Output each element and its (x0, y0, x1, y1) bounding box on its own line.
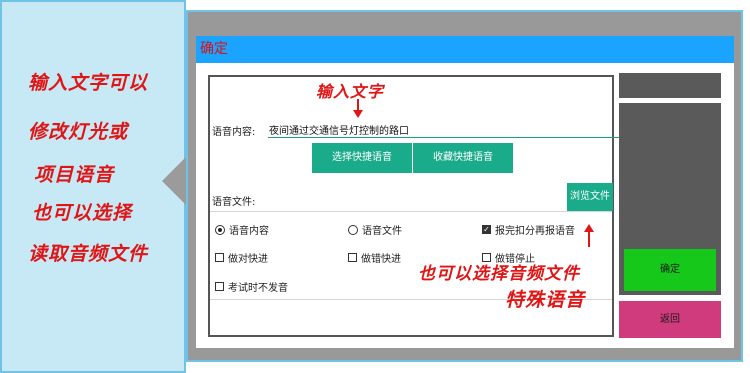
confirm-button[interactable]: 确定 (624, 249, 716, 291)
radio-unselected-icon (348, 224, 358, 235)
checkbox-icon (215, 282, 224, 291)
input-annotation: 输入文字 (316, 82, 385, 101)
silent-in-exam-checkbox[interactable]: 考试时不发音 (215, 279, 288, 294)
voice-file-radio-label: 语音文件 (362, 226, 402, 237)
voice-content-input[interactable] (268, 122, 622, 138)
arrow-shaft (588, 231, 590, 247)
voice-file-radio[interactable]: 语音文件 (348, 222, 402, 237)
report-then-voice-label: 报完扣分再报语音 (495, 226, 575, 237)
callout-pointer (162, 157, 186, 205)
checkbox-icon (215, 253, 224, 262)
annotation-line-4: 也可以选择 (32, 202, 133, 224)
fast-when-right-checkbox[interactable]: 做对快进 (215, 250, 268, 265)
annotation-panel: 输入文字可以 修改灯光或 项目语音 也可以选择 读取音频文件 (0, 0, 186, 373)
silent-in-exam-label: 考试时不发音 (228, 283, 288, 294)
select-quick-voice-button[interactable]: 选择快捷语音 (312, 143, 412, 173)
annotation-line-3: 项目语音 (34, 164, 115, 186)
file-annotation-line-2: 特殊语音 (505, 289, 586, 311)
annotation-line-1: 输入文字可以 (28, 72, 149, 94)
window-title: 确定 (196, 36, 734, 63)
voice-content-radio[interactable]: 语音内容 (215, 222, 269, 237)
file-annotation-line-1: 也可以选择音频文件 (418, 264, 580, 284)
checkbox-checked-icon: ✓ (482, 225, 491, 234)
fast-when-wrong-checkbox[interactable]: 做错快进 (348, 250, 401, 265)
back-button[interactable]: 返回 (619, 301, 721, 338)
side-top-block (619, 73, 721, 98)
report-then-voice-checkbox[interactable]: ✓ 报完扣分再报语音 (482, 222, 575, 237)
fast-when-right-label: 做对快进 (228, 254, 268, 265)
save-quick-voice-button[interactable]: 收藏快捷语音 (413, 143, 513, 173)
annotation-line-2: 修改灯光或 (28, 121, 129, 143)
browse-file-button[interactable]: 浏览文件 (567, 183, 613, 211)
voice-file-label: 语音文件: (212, 197, 256, 208)
voice-content-radio-label: 语音内容 (229, 226, 269, 237)
arrow-down-icon (353, 110, 363, 118)
fast-when-wrong-label: 做错快进 (361, 254, 401, 265)
annotation-line-5: 读取音频文件 (28, 243, 149, 265)
radio-selected-icon (215, 224, 225, 235)
checkbox-icon (348, 253, 357, 262)
divider (210, 211, 612, 212)
voice-content-label: 语音内容: (212, 127, 256, 138)
